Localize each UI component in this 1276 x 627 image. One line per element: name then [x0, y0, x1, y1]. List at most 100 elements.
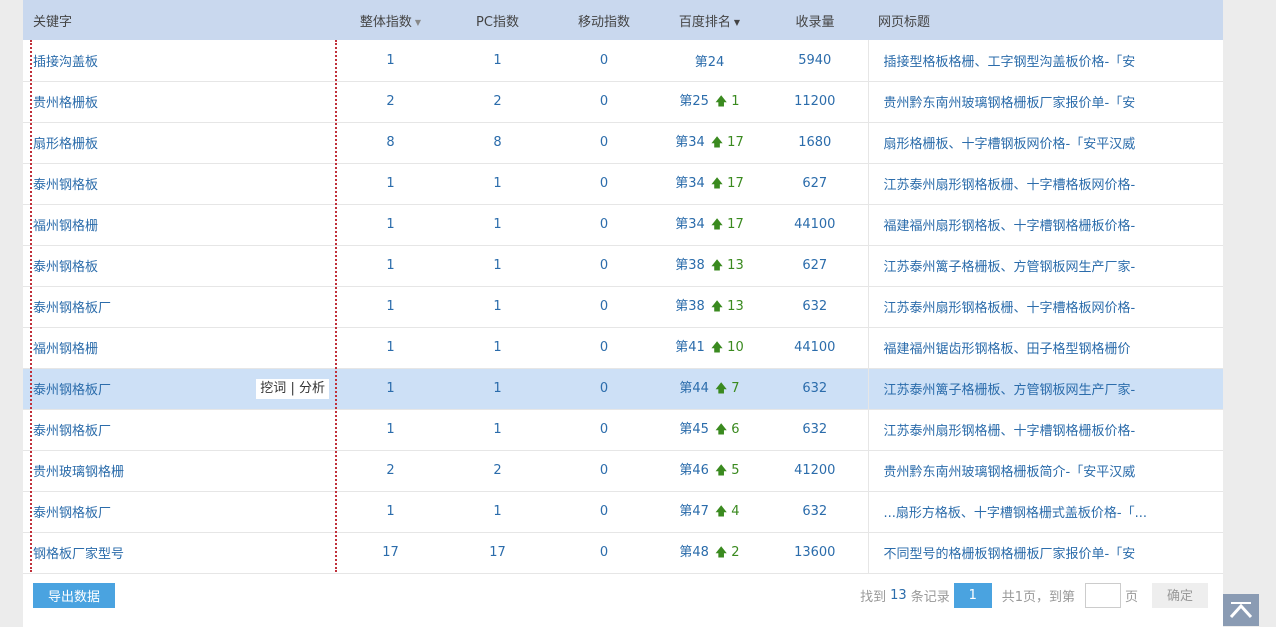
col-keyword: 关键字 — [33, 14, 73, 30]
keyword-link[interactable]: 贵州玻璃钢格栅 — [33, 465, 124, 480]
keyword-cell[interactable]: 泰州钢格板厂 — [23, 491, 337, 532]
page-title-cell[interactable]: 福建福州锯齿形钢格板、田子格型钢格栅价 — [867, 327, 1223, 368]
keyword-cell[interactable]: 福州钢格栅 — [23, 327, 337, 368]
indexed-count-cell[interactable]: 44100 — [762, 204, 868, 245]
indexed-count-cell[interactable]: 632 — [762, 491, 868, 532]
rank-change: 🡅 13 — [711, 299, 744, 314]
page-title-cell[interactable]: 江苏泰州篱子格栅板、方管钢板网生产厂家- — [867, 368, 1223, 409]
keyword-cell[interactable]: 泰州钢格板厂 — [23, 286, 337, 327]
keyword-cell[interactable]: 扇形格栅板 — [23, 122, 337, 163]
table-row[interactable]: 泰州钢格板 1 1 0 第38 🡅 13 627 江苏泰州篱子格栅板、方管钢板网生产厂家- — [23, 245, 1223, 286]
keyword-cell[interactable]: 泰州钢格板厂 — [23, 409, 337, 450]
rank-change-value: 2 — [731, 545, 740, 560]
page-title-cell[interactable]: 插接型格板格栅、工字钢型沟盖板价格-「安 — [867, 40, 1223, 81]
keyword-cell[interactable]: 贵州格栅板 — [23, 81, 337, 122]
keyword-link[interactable]: 钢格板厂家型号 — [33, 547, 124, 562]
arrow-up-icon: 🡅 — [714, 422, 728, 436]
keyword-link[interactable]: 扇形格栅板 — [33, 137, 98, 152]
table-row[interactable]: 贵州玻璃钢格栅 2 2 0 第46 🡅 5 41200 贵州黔东南州玻璃钢格栅板简介-「安平汉威 — [23, 450, 1223, 491]
page-title-cell[interactable]: 江苏泰州扇形钢格板栅、十字槽格板网价格- — [867, 163, 1223, 204]
table-row[interactable]: 福州钢格栅 1 1 0 第34 🡅 17 44100 福建福州扇形钢格板、十字槽钢格栅板价格- — [23, 204, 1223, 245]
keyword-link[interactable]: 插接沟盖板 — [33, 55, 98, 70]
sort-down-icon: ▼ — [733, 17, 741, 27]
export-data-button[interactable]: 导出数据 — [33, 583, 115, 608]
confirm-button[interactable]: 确定 — [1152, 583, 1208, 608]
col-overall[interactable]: 整体指数 ▼ — [337, 0, 444, 40]
arrow-up-icon: 🡅 — [710, 176, 724, 190]
keyword-cell[interactable]: 钢格板厂家型号 — [23, 532, 337, 573]
table-row[interactable]: 泰州钢格板厂 1 1 0 第38 🡅 13 632 江苏泰州扇形钢格板栅、十字槽格板网价格- — [23, 286, 1223, 327]
table-row[interactable]: 泰州钢格板厂 挖词 | 分析 1 1 0 第44 🡅 7 632 江苏泰州篱子格栅板、方管钢板网生… — [23, 368, 1223, 409]
mobile-index-cell: 0 — [599, 422, 609, 437]
table-row[interactable]: 贵州格栅板 2 2 0 第25 🡅 1 11200 贵州黔东南州玻璃钢格栅板厂家报价单-「安 — [23, 81, 1223, 122]
keyword-link[interactable]: 泰州钢格板厂 — [33, 383, 111, 398]
keyword-link[interactable]: 福州钢格栅 — [33, 219, 98, 234]
back-to-top-button[interactable] — [1223, 594, 1259, 626]
keyword-link[interactable]: 泰州钢格板厂 — [33, 506, 111, 521]
page-jump-input[interactable] — [1084, 583, 1121, 608]
keyword-link[interactable]: 泰州钢格板厂 — [33, 424, 111, 439]
page-title-cell[interactable]: 贵州黔东南州玻璃钢格栅板简介-「安平汉威 — [867, 450, 1223, 491]
table-row[interactable]: 插接沟盖板 1 1 0 第24 5940 插接型格板格栅、工字钢型沟盖板价格-「安 — [23, 40, 1223, 81]
page-title-cell[interactable]: 江苏泰州篱子格栅板、方管钢板网生产厂家- — [867, 245, 1223, 286]
keyword-cell[interactable]: 福州钢格栅 — [23, 204, 337, 245]
rank-change-value: 1 — [731, 94, 740, 109]
rank-cell: 第47 🡅 4 — [657, 491, 762, 532]
page-title-cell[interactable]: ...扇形方格板、十字槽钢格栅式盖板价格-「... — [867, 491, 1223, 532]
indexed-count-cell[interactable]: 1680 — [762, 122, 868, 163]
keyword-cell[interactable]: 贵州玻璃钢格栅 — [23, 450, 337, 491]
indexed-count-cell[interactable]: 632 — [762, 409, 868, 450]
keyword-link[interactable]: 泰州钢格板 — [33, 178, 98, 193]
selection-border-left — [30, 40, 32, 572]
table-row[interactable]: 泰州钢格板厂 1 1 0 第47 🡅 4 632 ...扇形方格板、十字槽钢格栅式盖板价格-「.… — [23, 491, 1223, 532]
pc-index-cell: 1 — [493, 217, 502, 232]
mine-words-link[interactable]: 挖词 — [260, 381, 286, 396]
table-row[interactable]: 福州钢格栅 1 1 0 第41 🡅 10 44100 福建福州锯齿形钢格板、田子格型钢格栅价 — [23, 327, 1223, 368]
page-number-button[interactable]: 1 — [953, 583, 992, 608]
col-mobile: 移动指数 — [577, 14, 630, 30]
keyword-cell[interactable]: 泰州钢格板 — [23, 163, 337, 204]
keyword-panel: 关键字 整体指数 ▼ PC指数 移动指数 百度排名 ▼ 收录量 网页标题 插接沟盖板… — [23, 0, 1223, 627]
indexed-count-cell[interactable]: 632 — [762, 286, 868, 327]
indexed-count-cell[interactable]: 627 — [762, 163, 868, 204]
chevron-up-icon — [1229, 602, 1253, 619]
rank-change-value: 17 — [727, 135, 744, 150]
table-row[interactable]: 泰州钢格板 1 1 0 第34 🡅 17 627 江苏泰州扇形钢格板栅、十字槽格板网价格- — [23, 163, 1223, 204]
mobile-index-cell: 0 — [599, 504, 609, 519]
pc-index-cell: 1 — [493, 504, 502, 519]
page-title-cell[interactable]: 江苏泰州扇形钢格栅、十字槽钢格栅板价格- — [867, 409, 1223, 450]
keyword-cell[interactable]: 泰州钢格板厂 挖词 | 分析 — [23, 368, 337, 409]
indexed-count-cell[interactable]: 5940 — [762, 40, 868, 81]
keyword-link[interactable]: 泰州钢格板 — [33, 260, 98, 275]
overall-index-cell: 1 — [386, 422, 395, 437]
page-title-cell[interactable]: 扇形格栅板、十字槽钢板网价格-「安平汉威 — [867, 122, 1223, 163]
table-row[interactable]: 扇形格栅板 8 8 0 第34 🡅 17 1680 扇形格栅板、十字槽钢板网价格-「安平汉威 — [23, 122, 1223, 163]
table-row[interactable]: 泰州钢格板厂 1 1 0 第45 🡅 6 632 江苏泰州扇形钢格栅、十字槽钢格栅板价格- — [23, 409, 1223, 450]
keyword-link[interactable]: 贵州格栅板 — [33, 96, 98, 111]
pc-index-cell: 1 — [493, 299, 502, 314]
analyze-link[interactable]: 分析 — [299, 381, 325, 396]
overall-index-cell: 2 — [386, 94, 395, 109]
indexed-count-cell[interactable]: 44100 — [762, 327, 868, 368]
arrow-up-icon: 🡅 — [714, 504, 728, 518]
indexed-count-cell[interactable]: 41200 — [762, 450, 868, 491]
keyword-link[interactable]: 福州钢格栅 — [33, 342, 98, 357]
table-row[interactable]: 钢格板厂家型号 17 17 0 第48 🡅 2 13600 不同型号的格栅板钢格栅板厂家报价单-… — [23, 532, 1223, 573]
keyword-cell[interactable]: 插接沟盖板 — [23, 40, 337, 81]
col-rank[interactable]: 百度排名 ▼ — [657, 0, 762, 40]
col-indexed: 收录量 — [795, 14, 835, 30]
keyword-link[interactable]: 泰州钢格板厂 — [33, 301, 111, 316]
page-title-cell[interactable]: 贵州黔东南州玻璃钢格栅板厂家报价单-「安 — [867, 81, 1223, 122]
indexed-count-cell[interactable]: 627 — [762, 245, 868, 286]
overall-index-cell: 1 — [386, 299, 395, 314]
indexed-count-cell[interactable]: 11200 — [762, 81, 868, 122]
indexed-count-cell[interactable]: 13600 — [762, 532, 868, 573]
keyword-cell[interactable]: 泰州钢格板 — [23, 245, 337, 286]
pc-index-cell: 1 — [493, 52, 502, 68]
indexed-count-cell[interactable]: 632 — [762, 368, 868, 409]
popup-separator: | — [290, 380, 295, 396]
pc-index-cell: 17 — [489, 545, 506, 560]
page-title-cell[interactable]: 不同型号的格栅板钢格栅板厂家报价单-「安 — [867, 532, 1223, 573]
page-title-cell[interactable]: 江苏泰州扇形钢格板栅、十字槽格板网价格- — [867, 286, 1223, 327]
page-title-cell[interactable]: 福建福州扇形钢格板、十字槽钢格栅板价格- — [867, 204, 1223, 245]
